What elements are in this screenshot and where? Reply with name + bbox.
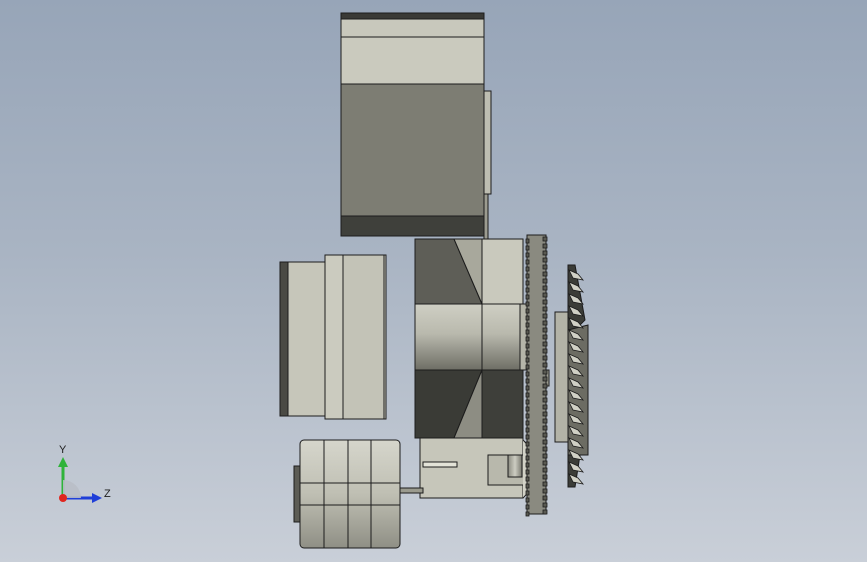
gear-tooth xyxy=(542,334,548,340)
gear-tooth xyxy=(525,336,530,342)
gear-tooth xyxy=(525,371,530,377)
gear-tooth xyxy=(525,385,530,391)
gear-tooth xyxy=(542,439,548,445)
gear-tooth xyxy=(542,320,548,326)
bottom-motor[interactable] xyxy=(293,439,401,549)
gear-tooth xyxy=(525,238,530,244)
gear-tooth xyxy=(542,467,548,473)
cad-graphics-viewport[interactable]: Y Z xyxy=(0,0,867,562)
gear-tooth xyxy=(542,236,548,242)
left-motor[interactable] xyxy=(279,254,387,420)
gear-tooth xyxy=(542,453,548,459)
gear-tooth xyxy=(525,483,530,489)
gear-tooth xyxy=(542,425,548,431)
gear-tooth xyxy=(525,322,530,328)
gear-tooth xyxy=(525,490,530,496)
gear-tooth xyxy=(525,308,530,314)
assembly-model[interactable] xyxy=(0,0,867,562)
z-axis-label: Z xyxy=(104,488,111,500)
gear-tooth xyxy=(525,343,530,349)
spur-gear[interactable] xyxy=(525,234,548,517)
gear-tooth xyxy=(542,502,548,508)
gear-tooth xyxy=(525,504,530,510)
gear-tooth xyxy=(542,481,548,487)
gear-tooth xyxy=(525,469,530,475)
gear-tooth xyxy=(525,413,530,419)
gear-tooth xyxy=(542,404,548,410)
gear-tooth xyxy=(542,292,548,298)
gear-tooth xyxy=(542,383,548,389)
gear-tooth xyxy=(525,245,530,251)
gear-tooth xyxy=(525,273,530,279)
gear-tooth xyxy=(542,397,548,403)
y-axis-arrow xyxy=(58,457,68,467)
gear-tooth xyxy=(525,399,530,405)
gear-tooth xyxy=(525,294,530,300)
gear-tooth xyxy=(542,460,548,466)
gear-tooth xyxy=(525,301,530,307)
gear-tooth xyxy=(525,287,530,293)
axis-triad: Y Z xyxy=(58,444,111,503)
gear-tooth xyxy=(542,313,548,319)
gear-tooth xyxy=(542,257,548,263)
gear-tooth xyxy=(542,271,548,277)
gear-tooth xyxy=(542,446,548,452)
gear-tooth xyxy=(525,441,530,447)
gear-tooth xyxy=(542,488,548,494)
gear-tooth xyxy=(525,280,530,286)
gear-tooth xyxy=(525,476,530,482)
gear-tooth xyxy=(525,448,530,454)
gear-tooth xyxy=(542,509,548,515)
gear-tooth xyxy=(542,285,548,291)
gear-tooth xyxy=(525,406,530,412)
gear-tooth xyxy=(525,266,530,272)
gear-tooth xyxy=(542,355,548,361)
gear-tooth xyxy=(525,329,530,335)
gear-tooth xyxy=(525,364,530,370)
gear-tooth xyxy=(542,278,548,284)
gear-tooth xyxy=(542,327,548,333)
gear-tooth xyxy=(542,299,548,305)
gear-tooth xyxy=(525,252,530,258)
gear-tooth xyxy=(542,418,548,424)
gear-tooth xyxy=(525,392,530,398)
gear-tooth xyxy=(525,427,530,433)
gear-tooth xyxy=(525,350,530,356)
gear-tooth xyxy=(525,462,530,468)
gear-tooth xyxy=(525,511,530,517)
top-motor[interactable] xyxy=(340,12,492,240)
gear-tooth xyxy=(525,434,530,440)
x-axis-origin xyxy=(59,494,67,502)
gear-tooth xyxy=(542,362,548,368)
gear-tooth xyxy=(542,390,548,396)
gear-tooth xyxy=(542,250,548,256)
gear-tooth xyxy=(542,376,548,382)
y-axis-label: Y xyxy=(59,444,67,456)
gear-tooth xyxy=(525,497,530,503)
gear-tooth xyxy=(542,243,548,249)
lower-bracket[interactable] xyxy=(397,437,536,499)
gear-tooth xyxy=(542,306,548,312)
z-axis-arrow xyxy=(92,493,102,503)
gear-tooth xyxy=(525,259,530,265)
gear-tooth xyxy=(525,420,530,426)
gear-tooth xyxy=(542,341,548,347)
gear-tooth xyxy=(525,357,530,363)
gear-tooth xyxy=(525,455,530,461)
gear-tooth xyxy=(542,411,548,417)
gear-tooth xyxy=(542,474,548,480)
gear-tooth xyxy=(542,432,548,438)
gear-tooth xyxy=(525,315,530,321)
gear-tooth xyxy=(525,378,530,384)
gear-tooth xyxy=(542,369,548,375)
gear-tooth xyxy=(542,264,548,270)
gear-tooth xyxy=(542,495,548,501)
gear-tooth xyxy=(542,348,548,354)
fan-disc[interactable] xyxy=(554,264,589,488)
